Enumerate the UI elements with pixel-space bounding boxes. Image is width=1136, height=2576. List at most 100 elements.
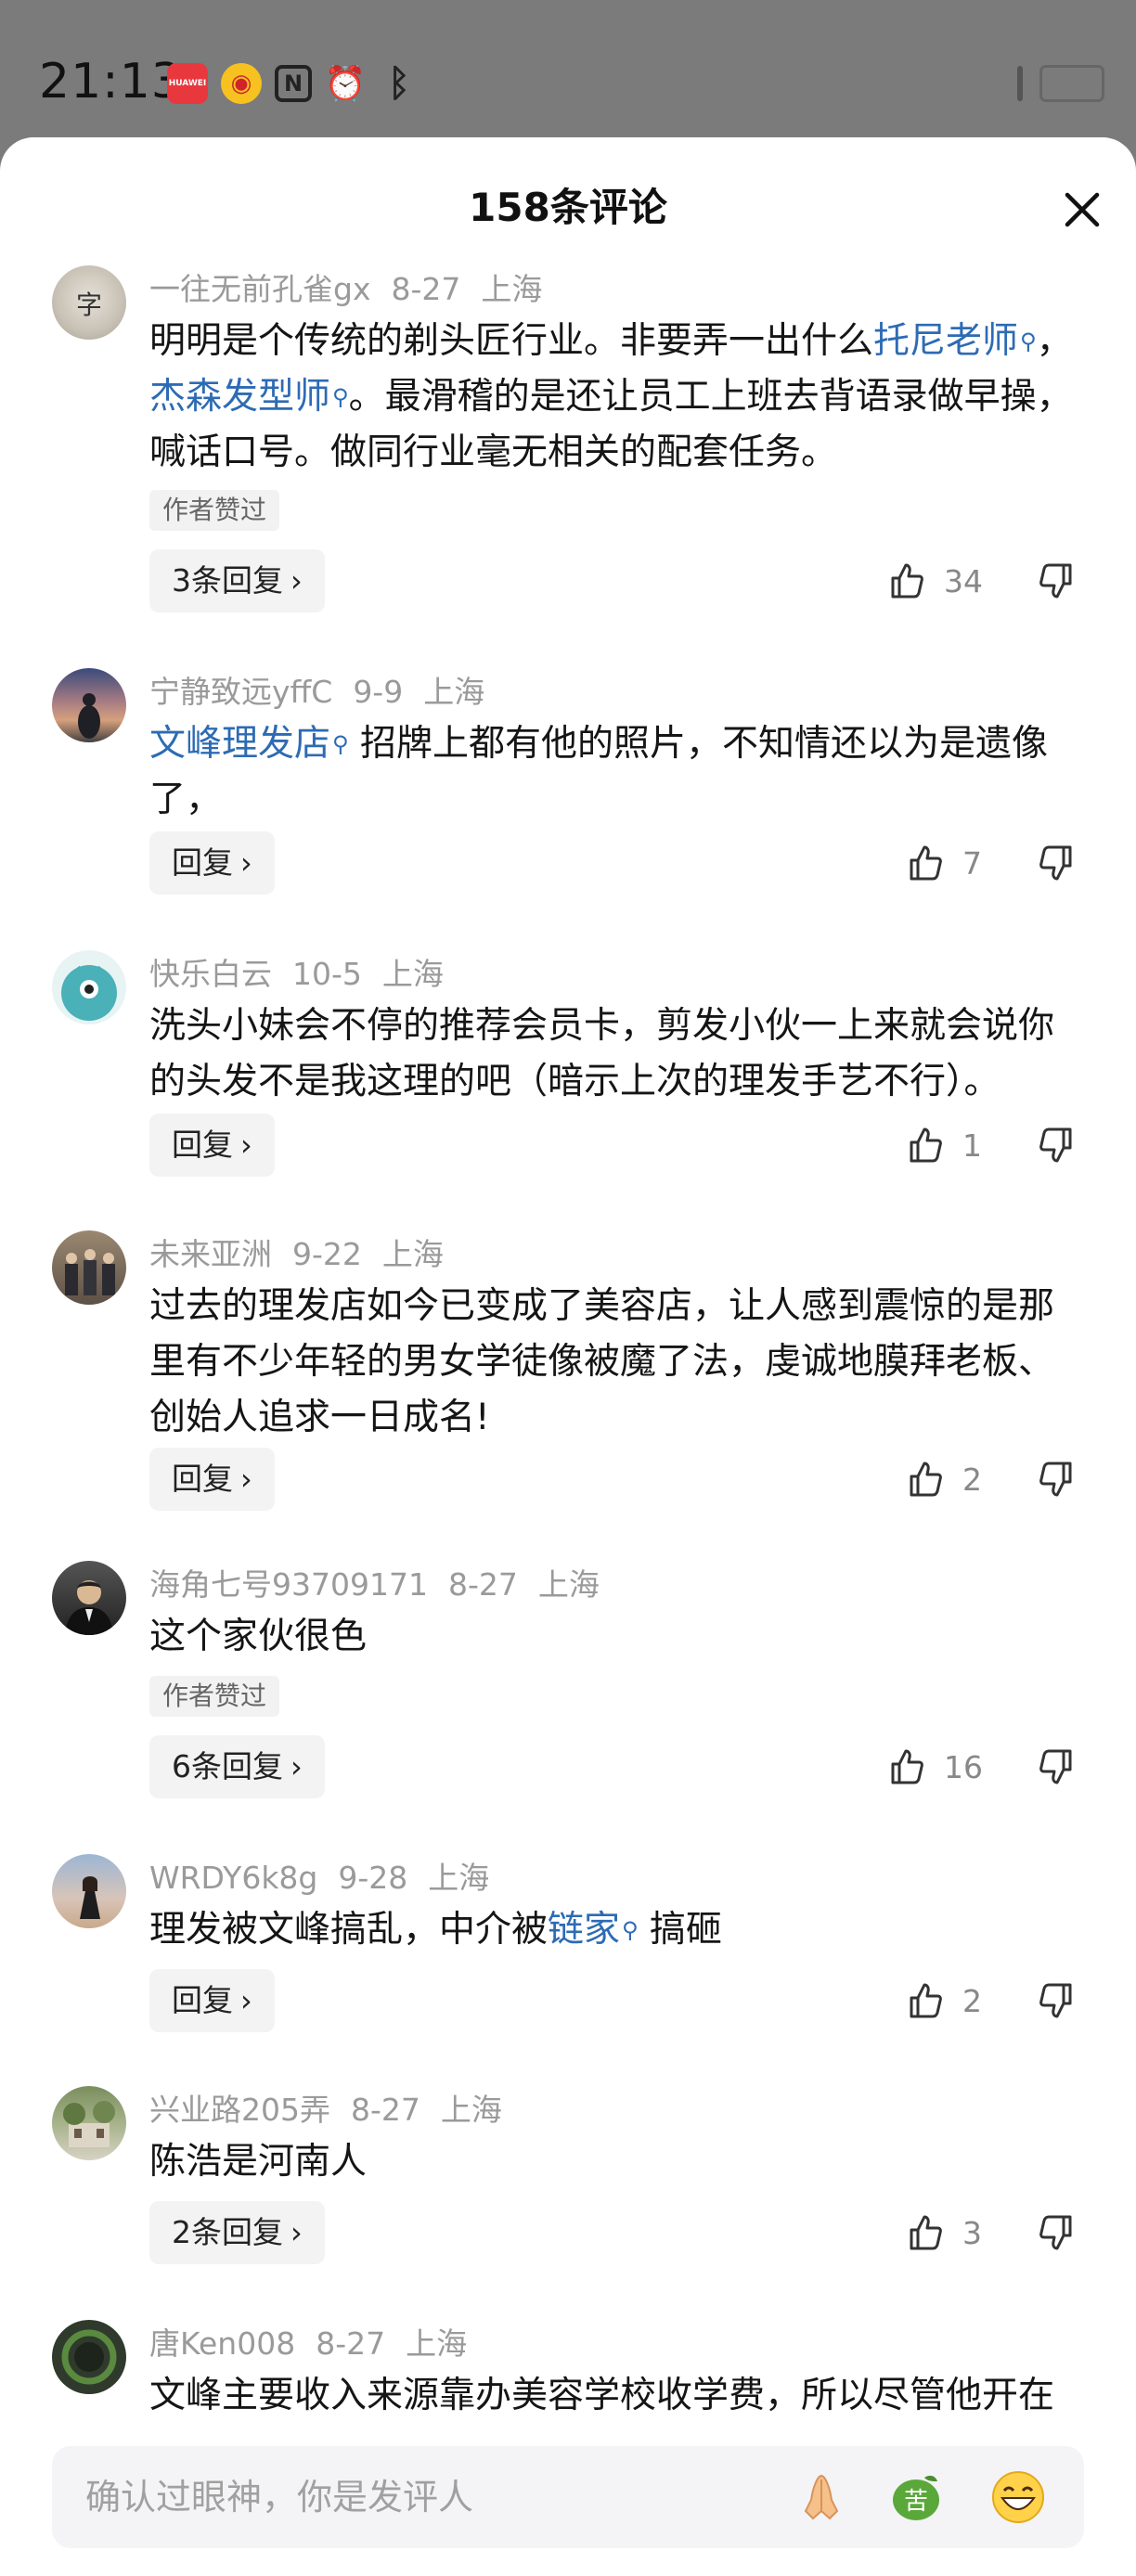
thumbs-up-icon	[910, 2215, 942, 2250]
reply-button[interactable]: 2条回复 ›	[149, 2201, 325, 2264]
thumbs-down-icon[interactable]	[1036, 1459, 1077, 1500]
avatar[interactable]	[52, 1230, 126, 1305]
like-count: 2	[962, 1982, 982, 2019]
huawei-shop-icon: HUAWEI	[167, 63, 208, 104]
comment-text: 洗头小妹会不停的推荐会员卡，剪发小伙一上来就会说你的头发不是我这理的吧（暗示上次…	[149, 1005, 1055, 1102]
user-name[interactable]: 快乐白云	[149, 956, 272, 992]
pray-emoji-icon[interactable]	[793, 2468, 850, 2526]
like-count: 16	[944, 1748, 983, 1785]
comment-meta: 一往无前孔雀gx 8-27 上海	[149, 269, 562, 310]
like-button[interactable]: 3	[905, 2205, 982, 2260]
user-name[interactable]: WRDY6k8g	[149, 1860, 317, 1896]
comment-location: 上海	[481, 271, 543, 307]
reply-button[interactable]: 回复 ›	[149, 1114, 275, 1177]
status-time: 21:13	[39, 54, 183, 109]
thumbs-down-icon[interactable]	[1036, 1746, 1077, 1787]
thumbs-down-icon[interactable]	[1036, 1125, 1077, 1166]
comment-item: 字 一往无前孔雀gx 8-27 上海 明明是个传统的剃头匠行业。非要弄一出什么托尼老…	[0, 265, 1136, 618]
user-name[interactable]: 兴业路205弄	[149, 2092, 330, 2128]
comment-item: 海角七号93709171 8-27 上海 这个家伙很色 作者赞过 6条回复 › 16	[0, 1561, 1136, 1839]
weibo-icon: ◉	[221, 63, 262, 104]
comment-meta: WRDY6k8g 9-28 上海	[149, 1858, 510, 1899]
comment-location: 上海	[423, 674, 485, 710]
comment-meta: 唐Ken008 8-27 上海	[149, 2324, 487, 2364]
comment-date: 8-27	[351, 2092, 420, 2128]
comment-location: 上海	[381, 956, 444, 992]
comment-text: 文峰主要收入来源靠办美容学校收学费，所以尽管他开在	[149, 2375, 1055, 2416]
thumbs-down-icon[interactable]	[1036, 560, 1077, 601]
avatar[interactable]	[52, 950, 126, 1024]
comment-item: 兴业路205弄 8-27 上海 陈浩是河南人 2条回复 › 3	[0, 2086, 1136, 2309]
like-count: 3	[962, 2214, 982, 2251]
like-button[interactable]: 2	[905, 1973, 982, 2029]
comment-text: 文峰理发店⚲ 招牌上都有他的照片，不知情还以为是遗像了，	[149, 716, 1087, 828]
reply-button[interactable]: 回复 ›	[149, 1448, 275, 1511]
svg-text:字: 字	[76, 290, 102, 320]
comment-meta: 兴业路205弄 8-27 上海	[149, 2090, 523, 2131]
nfc-icon: N	[275, 65, 312, 102]
like-count: 1	[962, 1127, 982, 1164]
like-count: 34	[944, 562, 983, 599]
avatar[interactable]: 字	[52, 265, 126, 340]
comment-item: 唐Ken008 8-27 上海 文峰主要收入来源靠办美容学校收学费，所以尽管他开在	[0, 2320, 1136, 2450]
avatar[interactable]	[52, 668, 126, 742]
chevron-right-icon: ›	[240, 1462, 252, 1497]
comment-item: 未来亚洲 9-22 上海 过去的理发店如今已变成了美容店，让人感到震惊的是那里有不少…	[0, 1230, 1136, 1527]
author-liked-badge: 作者赞过	[149, 490, 280, 531]
text-segment: 理发被文峰搞乱，中介被	[149, 1909, 549, 1951]
comment-location: 上海	[537, 1566, 600, 1603]
search-icon: ⚲	[1020, 328, 1037, 354]
thumbs-down-icon[interactable]	[1036, 843, 1077, 883]
like-button[interactable]: 16	[886, 1739, 983, 1795]
user-name[interactable]: 宁静致远yffC	[149, 674, 332, 710]
reply-button[interactable]: 3条回复 ›	[149, 549, 325, 612]
user-name[interactable]: 未来亚洲	[149, 1236, 272, 1272]
avatar[interactable]	[52, 1561, 126, 1635]
avatar[interactable]	[52, 2320, 126, 2394]
chevron-right-icon: ›	[240, 845, 252, 881]
comment-date: 10-5	[292, 956, 362, 992]
user-name[interactable]: 海角七号93709171	[149, 1566, 428, 1603]
comment-text: 过去的理发店如今已变成了美容店，让人感到震惊的是那里有不少年轻的男女学徒像被魔了…	[149, 1285, 1055, 1438]
like-button[interactable]: 1	[905, 1117, 982, 1173]
comment-meta: 宁静致远yffC 9-9 上海	[149, 672, 505, 713]
like-button[interactable]: 7	[905, 835, 982, 891]
reply-button[interactable]: 回复 ›	[149, 1969, 275, 2032]
like-button[interactable]: 2	[905, 1451, 982, 1507]
search-icon: ⚲	[622, 1917, 639, 1943]
avatar[interactable]	[52, 2086, 126, 2160]
comment-location: 上海	[406, 2325, 468, 2362]
thumbs-up-icon	[910, 1127, 942, 1163]
signal-icon	[1017, 66, 1023, 101]
comment-text: 陈浩是河南人	[149, 2141, 368, 2183]
comment-location: 上海	[428, 1860, 490, 1896]
bitter-emoji-icon[interactable]: 苦	[887, 2468, 945, 2526]
keyword-link[interactable]: 链家	[548, 1909, 620, 1951]
chevron-right-icon: ›	[240, 1983, 252, 2018]
keyword-link[interactable]: 托尼老师	[873, 320, 1018, 362]
user-name[interactable]: 一往无前孔雀gx	[149, 271, 370, 307]
comment-date: 9-22	[292, 1236, 362, 1272]
keyword-link[interactable]: 杰森发型师	[149, 376, 330, 418]
sheet-title: 158条评论	[469, 185, 667, 230]
thumbs-down-icon[interactable]	[1036, 1980, 1077, 2021]
reply-label: 回复	[172, 1982, 233, 2018]
like-button[interactable]: 34	[886, 553, 983, 609]
reply-button[interactable]: 6条回复 ›	[149, 1735, 325, 1798]
reply-label: 3条回复	[172, 562, 283, 599]
like-count: 7	[962, 844, 982, 882]
avatar[interactable]	[52, 1854, 126, 1928]
grin-emoji-icon[interactable]	[989, 2468, 1047, 2526]
keyword-link[interactable]: 文峰理发店	[149, 723, 330, 765]
close-icon[interactable]	[1060, 187, 1104, 232]
reply-button[interactable]: 回复 ›	[149, 831, 275, 895]
thumbs-down-icon[interactable]	[1036, 2212, 1077, 2253]
comment-input-bar[interactable]: 确认过眼神，你是发评人 苦	[52, 2446, 1084, 2548]
user-name[interactable]: 唐Ken008	[149, 2325, 295, 2362]
bluetooth-icon: ᛒ	[388, 62, 410, 105]
svg-text:苦: 苦	[904, 2488, 928, 2516]
comment-date: 9-9	[353, 674, 404, 710]
comment-location: 上海	[381, 1236, 444, 1272]
comment-input[interactable]: 确认过眼神，你是发评人	[85, 2474, 473, 2520]
text-segment: 明明是个传统的剃头匠行业。非要弄一出什么	[149, 320, 874, 362]
